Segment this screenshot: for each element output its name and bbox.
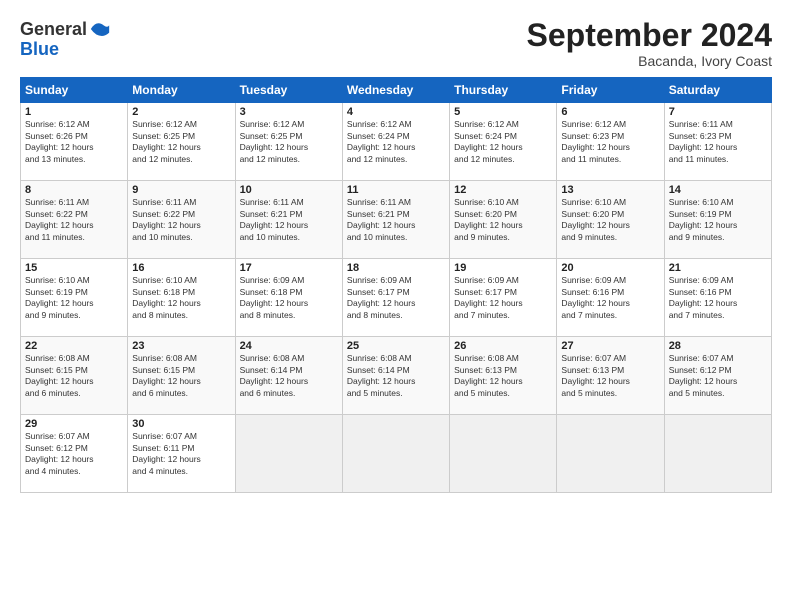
day-cell: 19Sunrise: 6:09 AMSunset: 6:17 PMDayligh… [450,259,557,337]
day-cell: 4Sunrise: 6:12 AMSunset: 6:24 PMDaylight… [342,103,449,181]
day-cell: 22Sunrise: 6:08 AMSunset: 6:15 PMDayligh… [21,337,128,415]
day-cell: 15Sunrise: 6:10 AMSunset: 6:19 PMDayligh… [21,259,128,337]
day-cell: 24Sunrise: 6:08 AMSunset: 6:14 PMDayligh… [235,337,342,415]
empty-cell [664,415,771,493]
table-row: 8Sunrise: 6:11 AMSunset: 6:22 PMDaylight… [21,181,772,259]
header-friday: Friday [557,78,664,103]
day-cell: 11Sunrise: 6:11 AMSunset: 6:21 PMDayligh… [342,181,449,259]
day-cell: 25Sunrise: 6:08 AMSunset: 6:14 PMDayligh… [342,337,449,415]
day-cell: 2Sunrise: 6:12 AMSunset: 6:25 PMDaylight… [128,103,235,181]
logo-blue: Blue [20,40,111,58]
day-cell: 10Sunrise: 6:11 AMSunset: 6:21 PMDayligh… [235,181,342,259]
table-row: 15Sunrise: 6:10 AMSunset: 6:19 PMDayligh… [21,259,772,337]
header-sunday: Sunday [21,78,128,103]
logo-general: General [20,19,87,40]
calendar-table: Sunday Monday Tuesday Wednesday Thursday… [20,77,772,493]
day-cell: 9Sunrise: 6:11 AMSunset: 6:22 PMDaylight… [128,181,235,259]
location: Bacanda, Ivory Coast [527,53,772,69]
empty-cell [450,415,557,493]
day-cell: 17Sunrise: 6:09 AMSunset: 6:18 PMDayligh… [235,259,342,337]
header-thursday: Thursday [450,78,557,103]
day-cell: 16Sunrise: 6:10 AMSunset: 6:18 PMDayligh… [128,259,235,337]
weekday-header-row: Sunday Monday Tuesday Wednesday Thursday… [21,78,772,103]
logo: General Blue [20,18,111,58]
empty-cell [557,415,664,493]
day-cell: 28Sunrise: 6:07 AMSunset: 6:12 PMDayligh… [664,337,771,415]
day-cell: 27Sunrise: 6:07 AMSunset: 6:13 PMDayligh… [557,337,664,415]
header-saturday: Saturday [664,78,771,103]
table-row: 29Sunrise: 6:07 AMSunset: 6:12 PMDayligh… [21,415,772,493]
table-row: 1Sunrise: 6:12 AMSunset: 6:26 PMDaylight… [21,103,772,181]
day-cell: 1Sunrise: 6:12 AMSunset: 6:26 PMDaylight… [21,103,128,181]
logo-icon [89,18,111,40]
header-tuesday: Tuesday [235,78,342,103]
header-wednesday: Wednesday [342,78,449,103]
empty-cell [342,415,449,493]
day-cell: 6Sunrise: 6:12 AMSunset: 6:23 PMDaylight… [557,103,664,181]
day-cell: 14Sunrise: 6:10 AMSunset: 6:19 PMDayligh… [664,181,771,259]
day-cell: 20Sunrise: 6:09 AMSunset: 6:16 PMDayligh… [557,259,664,337]
day-cell: 30Sunrise: 6:07 AMSunset: 6:11 PMDayligh… [128,415,235,493]
calendar-page: General Blue September 2024 Bacanda, Ivo… [0,0,792,612]
header: General Blue September 2024 Bacanda, Ivo… [20,18,772,69]
title-block: September 2024 Bacanda, Ivory Coast [527,18,772,69]
month-title: September 2024 [527,18,772,53]
day-cell: 23Sunrise: 6:08 AMSunset: 6:15 PMDayligh… [128,337,235,415]
empty-cell [235,415,342,493]
day-cell: 21Sunrise: 6:09 AMSunset: 6:16 PMDayligh… [664,259,771,337]
day-cell: 12Sunrise: 6:10 AMSunset: 6:20 PMDayligh… [450,181,557,259]
day-cell: 5Sunrise: 6:12 AMSunset: 6:24 PMDaylight… [450,103,557,181]
day-cell: 8Sunrise: 6:11 AMSunset: 6:22 PMDaylight… [21,181,128,259]
day-cell: 3Sunrise: 6:12 AMSunset: 6:25 PMDaylight… [235,103,342,181]
day-cell: 7Sunrise: 6:11 AMSunset: 6:23 PMDaylight… [664,103,771,181]
day-cell: 18Sunrise: 6:09 AMSunset: 6:17 PMDayligh… [342,259,449,337]
header-monday: Monday [128,78,235,103]
day-cell: 29Sunrise: 6:07 AMSunset: 6:12 PMDayligh… [21,415,128,493]
day-cell: 13Sunrise: 6:10 AMSunset: 6:20 PMDayligh… [557,181,664,259]
table-row: 22Sunrise: 6:08 AMSunset: 6:15 PMDayligh… [21,337,772,415]
day-cell: 26Sunrise: 6:08 AMSunset: 6:13 PMDayligh… [450,337,557,415]
